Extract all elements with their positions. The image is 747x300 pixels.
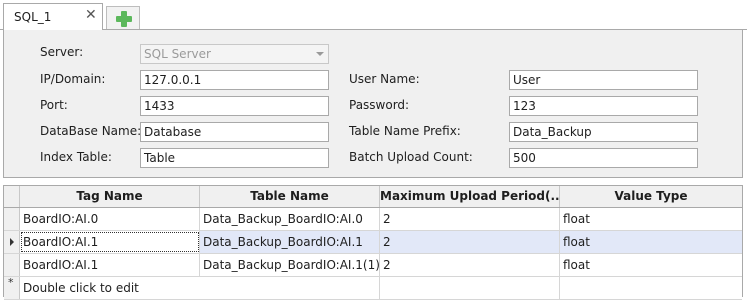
tag-name-cell[interactable]: BoardIO:AI.0 bbox=[20, 208, 200, 230]
value-type-cell[interactable]: float bbox=[560, 208, 742, 230]
plus-icon bbox=[116, 11, 132, 27]
table-name-cell[interactable]: Data_Backup_BoardIO:AI.1 bbox=[200, 231, 380, 253]
row-indicator[interactable]: * bbox=[4, 276, 20, 299]
column-header-value-type[interactable]: Value Type bbox=[560, 186, 742, 207]
connection-settings-panel: Server: SQL Server IP/Domain: 127.0.0.1 … bbox=[3, 30, 743, 178]
max-upload-period-cell[interactable]: 2 bbox=[380, 231, 560, 253]
grid-header: Tag Name Table Name Maximum Upload Perio… bbox=[4, 186, 742, 208]
ip-domain-label: IP/Domain: bbox=[40, 72, 106, 86]
password-label: Password: bbox=[349, 98, 410, 112]
column-header-tag-name[interactable]: Tag Name bbox=[20, 186, 200, 207]
tab-strip: SQL_1 ✕ bbox=[0, 0, 747, 30]
tab-sql-1[interactable]: SQL_1 ✕ bbox=[3, 3, 103, 30]
ip-domain-field[interactable]: 127.0.0.1 bbox=[140, 70, 329, 90]
user-name-label: User Name: bbox=[349, 72, 420, 86]
tag-name-cell[interactable]: BoardIO:AI.1 bbox=[20, 231, 200, 253]
table-row-selected[interactable]: BoardIO:AI.1 Data_Backup_BoardIO:AI.1 2 … bbox=[4, 231, 742, 254]
chevron-down-icon bbox=[316, 52, 324, 56]
add-tab-button[interactable] bbox=[106, 6, 140, 30]
port-label: Port: bbox=[40, 98, 68, 112]
server-value: SQL Server bbox=[144, 47, 211, 61]
port-field[interactable]: 1433 bbox=[140, 96, 329, 116]
batch-upload-count-label: Batch Upload Count: bbox=[349, 150, 473, 164]
table-name-prefix-field[interactable]: Data_Backup bbox=[509, 122, 698, 142]
tag-name-cell[interactable]: BoardIO:AI.1 bbox=[20, 254, 200, 276]
max-upload-period-cell[interactable]: 2 bbox=[380, 254, 560, 276]
table-name-prefix-label: Table Name Prefix: bbox=[349, 124, 461, 138]
table-name-cell[interactable]: Data_Backup_BoardIO:AI.1(1) bbox=[200, 254, 380, 276]
user-name-field[interactable]: User bbox=[509, 70, 698, 90]
server-select[interactable]: SQL Server bbox=[140, 44, 329, 64]
index-table-label: Index Table: bbox=[40, 150, 112, 164]
database-name-label: DataBase Name: bbox=[40, 124, 142, 138]
empty-cell[interactable] bbox=[380, 277, 560, 299]
index-table-field[interactable]: Table bbox=[140, 148, 329, 168]
server-label: Server: bbox=[40, 45, 84, 59]
password-field[interactable]: 123 bbox=[509, 96, 698, 116]
new-row-hint: Double click to edit bbox=[23, 281, 139, 295]
row-indicator-header bbox=[4, 186, 20, 207]
value-type-cell[interactable]: float bbox=[560, 254, 742, 276]
row-indicator[interactable] bbox=[4, 208, 20, 230]
value-type-cell[interactable]: float bbox=[560, 231, 742, 253]
table-row[interactable]: BoardIO:AI.1 Data_Backup_BoardIO:AI.1(1)… bbox=[4, 254, 742, 277]
row-indicator[interactable] bbox=[4, 231, 20, 253]
max-upload-period-cell[interactable]: 2 bbox=[380, 208, 560, 230]
current-row-arrow-icon bbox=[10, 238, 14, 246]
batch-upload-count-field[interactable]: 500 bbox=[509, 148, 698, 168]
row-indicator[interactable] bbox=[4, 254, 20, 276]
database-name-field[interactable]: Database bbox=[140, 122, 329, 142]
table-row[interactable]: BoardIO:AI.0 Data_Backup_BoardIO:AI.0 2 … bbox=[4, 208, 742, 231]
column-header-table-name[interactable]: Table Name bbox=[200, 186, 380, 207]
new-row-asterisk-icon: * bbox=[8, 276, 14, 289]
table-name-cell[interactable]: Data_Backup_BoardIO:AI.0 bbox=[200, 208, 380, 230]
empty-cell[interactable] bbox=[200, 277, 380, 299]
tab-label: SQL_1 bbox=[14, 10, 52, 24]
close-icon[interactable]: ✕ bbox=[85, 7, 97, 23]
column-header-max-upload-period[interactable]: Maximum Upload Period(... bbox=[380, 186, 560, 207]
tag-mapping-grid: Tag Name Table Name Maximum Upload Perio… bbox=[3, 185, 743, 300]
